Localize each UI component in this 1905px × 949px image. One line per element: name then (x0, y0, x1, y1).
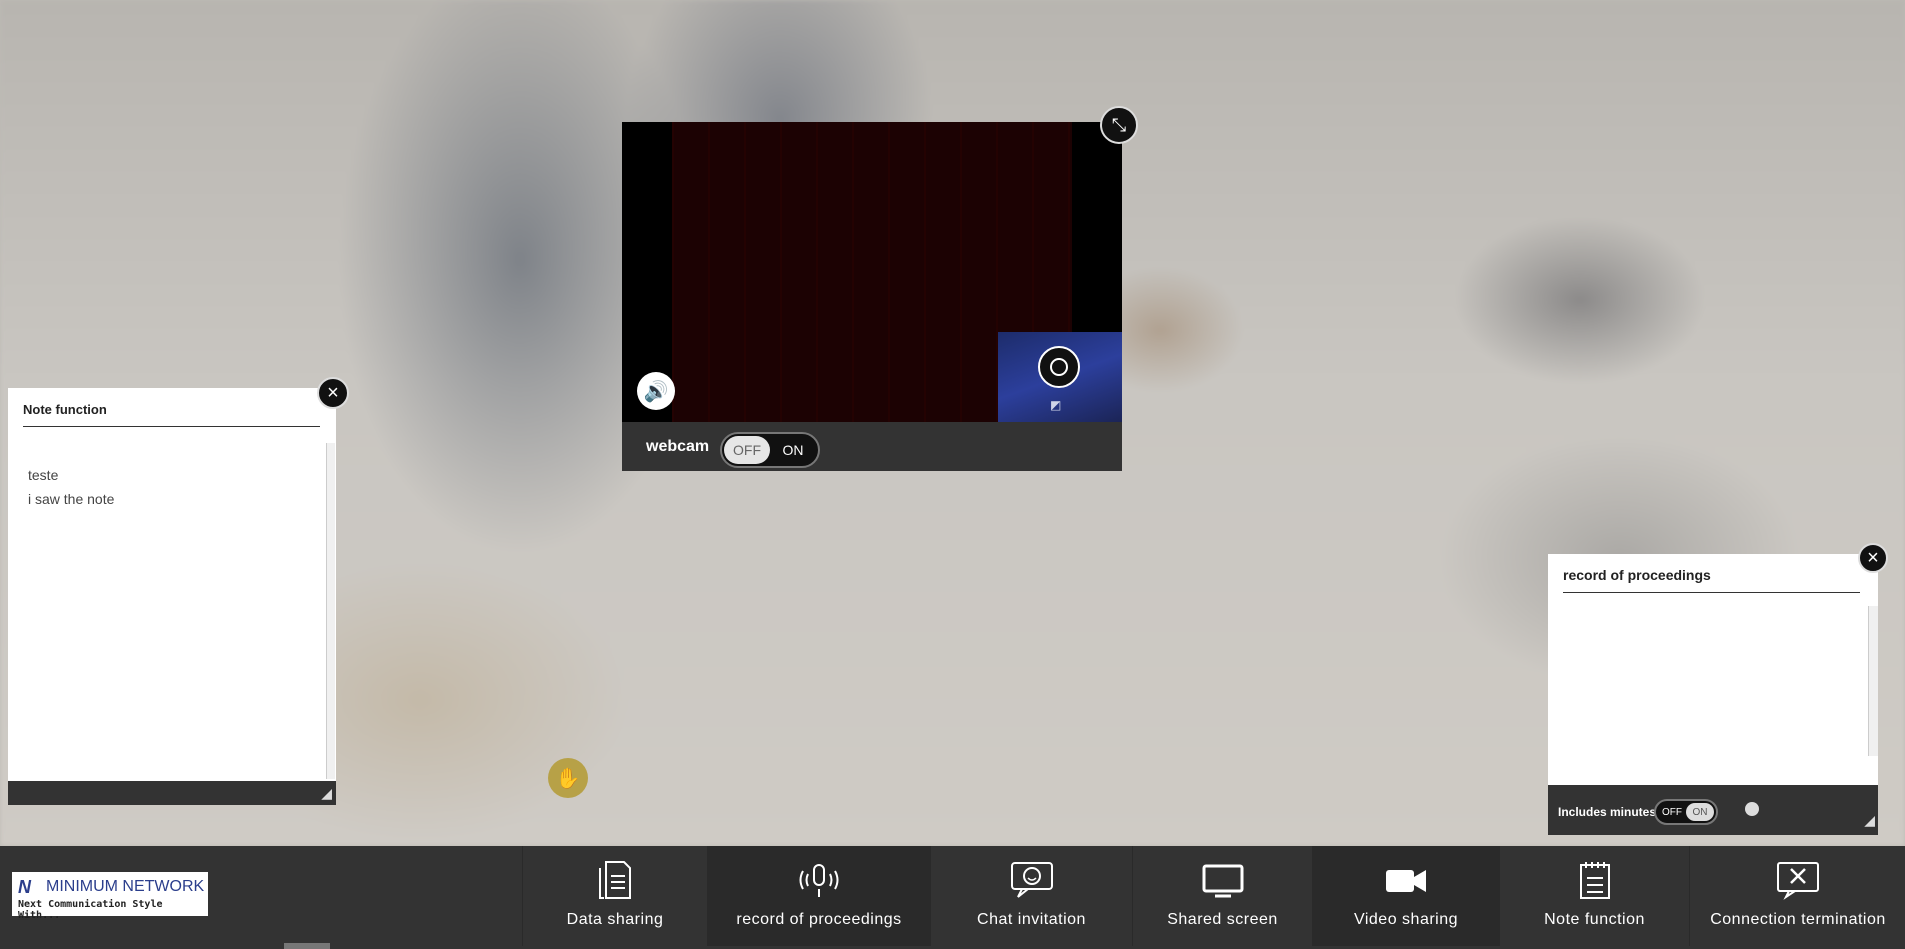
record-panel: record of proceedings Includes minutes O… (1548, 554, 1878, 835)
close-box-icon (1775, 860, 1821, 900)
shared-screen-button[interactable]: Shared screen (1132, 846, 1312, 946)
document-icon (598, 860, 632, 900)
scrollbar[interactable] (326, 443, 335, 779)
bottom-toolbar: N MINIMUM NETWORK Next Communication Sty… (0, 846, 1905, 949)
webcam-label: webcam (646, 438, 710, 455)
video-camera-icon (1384, 860, 1428, 900)
video-controls-bar: webcam OFF ON (622, 422, 1122, 471)
note-textarea[interactable]: teste i saw the note (28, 463, 114, 511)
note-panel-footer: ◢ (8, 781, 336, 805)
data-sharing-button[interactable]: Data sharing (522, 846, 707, 946)
scrollbar[interactable] (1868, 606, 1878, 756)
logo-tagline: Next Communication Style With... (18, 899, 163, 921)
note-panel-title: Note function (23, 402, 107, 417)
record-panel-footer: Includes minutes OFF ON ◢ (1548, 785, 1878, 835)
logo-name: MINIMUM NETWORK (46, 878, 205, 895)
logo: N MINIMUM NETWORK Next Communication Sty… (12, 872, 208, 921)
speaker-icon[interactable]: 🔊 (637, 372, 675, 410)
note-function-button[interactable]: Note function (1499, 846, 1689, 946)
monitor-icon (1201, 860, 1245, 900)
divider (23, 426, 320, 427)
record-of-proceedings-button[interactable]: record of proceedings (707, 846, 930, 946)
chat-icon (1010, 860, 1054, 900)
self-preview[interactable]: ◩ (998, 332, 1122, 422)
logo-mark-icon: N (18, 877, 31, 897)
connection-termination-button[interactable]: Connection termination (1689, 846, 1905, 946)
minutes-toggle-off[interactable]: OFF (1658, 803, 1686, 821)
expand-icon[interactable]: ⤡ (1100, 106, 1138, 144)
video-window: ◩ 🔊 ⤡ webcam OFF ON (622, 106, 1138, 471)
resize-icon[interactable]: ◢ (1864, 812, 1875, 829)
notepad-icon (1578, 860, 1612, 900)
microphone-icon (799, 860, 839, 900)
note-function-panel: Note function teste i saw the note ◢ (8, 388, 336, 805)
note-close-icon[interactable]: × (317, 377, 349, 409)
record-close-icon[interactable]: × (1858, 543, 1888, 573)
obs-logo-icon (1038, 346, 1080, 388)
scroll-indicator (284, 943, 330, 949)
minutes-toggle-on[interactable]: ON (1686, 803, 1714, 821)
chat-invitation-button[interactable]: Chat invitation (930, 846, 1132, 946)
webcam-toggle-on[interactable]: ON (770, 436, 816, 464)
includes-minutes-toggle[interactable]: OFF ON (1654, 799, 1718, 825)
record-panel-title: record of proceedings (1563, 567, 1711, 583)
camera-off-icon: ◩ (1050, 398, 1062, 412)
divider (1563, 592, 1860, 593)
video-sharing-button[interactable]: Video sharing (1312, 846, 1499, 946)
webcam-toggle[interactable]: OFF ON (720, 432, 820, 468)
webcam-toggle-off[interactable]: OFF (724, 436, 770, 464)
resize-icon[interactable]: ◢ (321, 785, 332, 802)
hand-icon[interactable]: ✋ (548, 758, 588, 798)
includes-minutes-label: Includes minutes (1558, 805, 1657, 819)
record-indicator (1745, 802, 1759, 816)
